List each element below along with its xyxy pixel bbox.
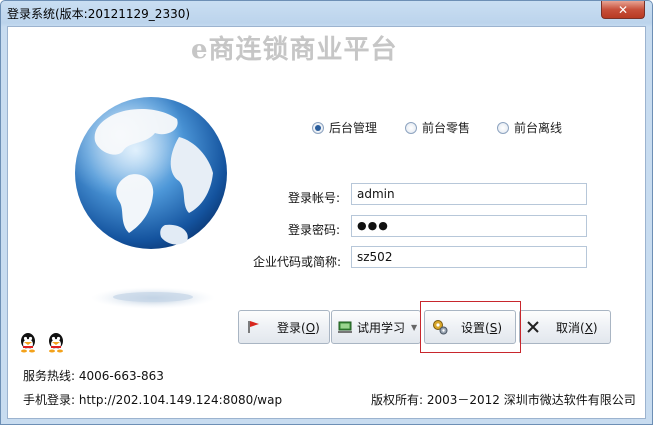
company-label: 企业代码或简称: xyxy=(253,255,342,269)
qq-icon[interactable] xyxy=(17,331,39,353)
window-title: 登录系统(版本:20121129_2330) xyxy=(7,7,191,21)
title-bar[interactable]: 登录系统(版本:20121129_2330) ✕ xyxy=(1,1,652,25)
app-title: e商连锁商业平台 xyxy=(191,35,398,65)
radio-retail[interactable]: 前台零售 xyxy=(405,119,470,136)
trial-button[interactable]: 试用学习 ▼ xyxy=(331,310,421,344)
chevron-down-icon[interactable]: ▼ xyxy=(411,323,417,332)
qq-icon[interactable] xyxy=(45,331,67,353)
radio-label-retail: 前台零售 xyxy=(422,121,471,135)
cancel-button[interactable]: 取消(X) xyxy=(519,310,611,344)
login-window: 登录系统(版本:20121129_2330) ✕ e商连锁商业平台 后台管理 前… xyxy=(0,0,653,425)
cancel-label: 取消(X) xyxy=(556,320,598,335)
radio-button[interactable] xyxy=(312,121,324,134)
radio-button[interactable] xyxy=(405,121,417,134)
radio-offline[interactable]: 前台离线 xyxy=(497,119,562,136)
hotline-text: 服务热线: 4006-663-863 xyxy=(23,369,164,383)
x-icon xyxy=(527,321,539,333)
radio-label-offline: 前台离线 xyxy=(514,121,563,135)
login-button[interactable]: 登录(O) xyxy=(238,310,330,344)
account-label: 登录帐号: xyxy=(288,191,341,205)
close-button[interactable]: ✕ xyxy=(601,1,645,19)
globe-logo xyxy=(75,97,227,309)
radio-backend[interactable]: 后台管理 xyxy=(312,119,377,136)
mobile-login-text: 手机登录: http://202.104.149.124:8080/wap xyxy=(23,393,283,407)
password-label: 登录密码: xyxy=(288,223,341,237)
company-input[interactable] xyxy=(351,246,587,268)
settings-highlight-box xyxy=(420,301,521,353)
account-input[interactable] xyxy=(351,183,587,205)
computer-icon xyxy=(338,321,352,333)
radio-label-backend: 后台管理 xyxy=(329,121,378,135)
close-icon: ✕ xyxy=(617,2,629,17)
password-input[interactable]: ●●● xyxy=(351,215,587,237)
radio-button[interactable] xyxy=(497,121,509,134)
flag-icon xyxy=(248,321,259,333)
trial-label: 试用学习 xyxy=(357,320,406,335)
login-label: 登录(O) xyxy=(277,320,320,335)
copyright-text: 版权所有: 2003－2012 深圳市微达软件有限公司 xyxy=(371,393,636,407)
